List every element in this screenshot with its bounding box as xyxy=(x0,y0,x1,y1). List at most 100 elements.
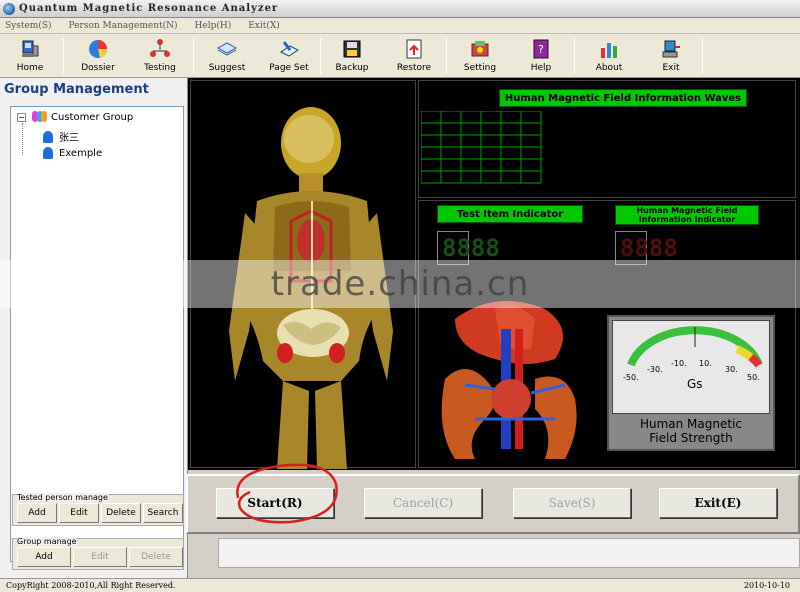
human-body-image xyxy=(229,107,393,469)
tested-delete-button[interactable]: Delete xyxy=(101,503,141,523)
tested-add-button[interactable]: Add xyxy=(17,503,57,523)
menu-exit[interactable]: Exit(X) xyxy=(248,21,280,31)
meter-face: -50. -30. -10. 10. 30. 50. Gs xyxy=(612,320,770,414)
meter-tick-label: 50. xyxy=(747,373,760,382)
toolbar-dossier-label: Dossier xyxy=(81,63,115,73)
tested-person-group: Tested person manage Add Edit Delete Sea… xyxy=(12,493,184,526)
toolbar-separator xyxy=(446,38,447,74)
analyzer-display: Human Magnetic Field Information Waves T… xyxy=(188,78,800,470)
pc-icon xyxy=(19,38,41,60)
exit-button[interactable]: Exit(E) xyxy=(659,488,777,518)
svg-text:?: ? xyxy=(538,43,544,56)
toolbar-dossier-button[interactable]: Dossier xyxy=(68,36,128,76)
organs-image xyxy=(441,301,577,459)
toolbar-help-button[interactable]: ? Help xyxy=(511,36,571,76)
bottom-area xyxy=(218,538,800,568)
toolbar-pageset-button[interactable]: Page Set xyxy=(259,36,319,76)
group-edit-button[interactable]: Edit xyxy=(73,547,127,567)
toolbar-testing-button[interactable]: Testing xyxy=(130,36,190,76)
copyright-text: CopyRight 2008-2010,All Right Reserved. xyxy=(6,581,176,590)
waves-pane: Human Magnetic Field Information Waves xyxy=(418,80,796,198)
title-bar: Quantum Magnetic Resonance Analyzer xyxy=(0,0,800,18)
indicators-pane: Test Item Indicator Human Magnetic Field… xyxy=(418,200,796,468)
tested-search-button[interactable]: Search xyxy=(143,503,183,523)
bar-chart-icon xyxy=(598,38,620,60)
tree-root-customer-group[interactable]: − Customer Group xyxy=(17,111,133,123)
toolbar-suggest-button[interactable]: Suggest xyxy=(197,36,257,76)
toolbar-backup-label: Backup xyxy=(335,63,369,73)
backup-disk-icon xyxy=(341,38,363,60)
tree-item-person[interactable]: Exemple xyxy=(43,147,102,159)
toolbar-testing-label: Testing xyxy=(144,63,176,73)
book-icon xyxy=(216,38,238,60)
group-manage-group: Group manage Add Edit Delete xyxy=(12,537,184,570)
tested-edit-button[interactable]: Edit xyxy=(59,503,99,523)
human-body-pane xyxy=(190,80,416,469)
start-button[interactable]: Start(R) xyxy=(216,488,334,518)
waves-title: Human Magnetic Field Information Waves xyxy=(499,89,747,107)
toolbar-exit-button[interactable]: Exit xyxy=(641,36,701,76)
window-title: Quantum Magnetic Resonance Analyzer xyxy=(19,3,279,14)
menu-bar: System(S) Person Management(N) Help(H) E… xyxy=(0,18,800,34)
control-bar: Start(R) Cancel(C) Save(S) Exit(E) xyxy=(186,474,800,534)
toolbar: Home Dossier Testing Suggest Page Set Ba… xyxy=(0,34,800,78)
page-setup-icon xyxy=(278,38,300,60)
toolbar-home-label: Home xyxy=(16,63,44,73)
test-item-led: 8888 xyxy=(437,231,500,265)
info-indicator-title: Human Magnetic Field Information Indicat… xyxy=(615,205,759,225)
led-digit: 8888 xyxy=(442,234,500,262)
meter-unit: Gs xyxy=(687,377,703,391)
meter-tick-label: -10. xyxy=(671,359,687,368)
toolbar-suggest-label: Suggest xyxy=(208,63,246,73)
tree-item-person[interactable]: 张三 xyxy=(43,129,79,144)
meter-tick-label: 30. xyxy=(725,365,738,374)
save-button[interactable]: Save(S) xyxy=(513,488,631,518)
group-delete-button[interactable]: Delete xyxy=(129,547,183,567)
cancel-button[interactable]: Cancel(C) xyxy=(364,488,482,518)
person-icon xyxy=(43,130,53,143)
meter-tick-label: -50. xyxy=(623,373,639,382)
toolbar-separator xyxy=(193,38,194,74)
menu-person-management[interactable]: Person Management(N) xyxy=(69,21,178,31)
tree-item-label: 张三 xyxy=(59,133,79,144)
toolbar-home-button[interactable]: Home xyxy=(0,36,60,76)
toolbar-separator xyxy=(320,38,321,74)
menu-system[interactable]: System(S) xyxy=(5,21,52,31)
sidebar-title: Group Management xyxy=(4,82,149,97)
meter-tick-label: 10. xyxy=(699,359,712,368)
help-book-icon: ? xyxy=(530,38,552,60)
tree-root-label: Customer Group xyxy=(51,111,134,123)
toolbar-help-label: Help xyxy=(530,63,552,73)
person-icon xyxy=(43,147,53,159)
group-manage-caption: Group manage xyxy=(17,537,77,546)
exit-computer-icon xyxy=(660,38,682,60)
status-bar: CopyRight 2008-2010,All Right Reserved. … xyxy=(0,578,800,592)
toolbar-restore-button[interactable]: Restore xyxy=(384,36,444,76)
collapse-icon[interactable]: − xyxy=(17,112,26,122)
toolbar-restore-label: Restore xyxy=(396,63,432,73)
tested-person-caption: Tested person manage xyxy=(17,493,108,502)
test-item-title: Test Item Indicator xyxy=(437,205,583,223)
toolbar-exit-label: Exit xyxy=(662,63,680,73)
tree-item-label: Exemple xyxy=(59,147,103,159)
pie-chart-icon xyxy=(87,38,109,60)
settings-icon xyxy=(469,38,491,60)
group-add-button[interactable]: Add xyxy=(17,547,71,567)
toolbar-separator xyxy=(702,38,703,74)
menu-help[interactable]: Help(H) xyxy=(195,21,232,31)
tree-connector xyxy=(22,123,23,155)
meter-caption-line2: Field Strength xyxy=(649,431,733,445)
meter-caption-line1: Human Magnetic xyxy=(639,417,743,431)
network-icon xyxy=(149,38,171,60)
toolbar-backup-button[interactable]: Backup xyxy=(322,36,382,76)
toolbar-about-button[interactable]: About xyxy=(579,36,639,76)
toolbar-pageset-label: Page Set xyxy=(269,63,309,73)
wave-grid xyxy=(421,111,542,184)
status-date: 2010-10-10 xyxy=(743,581,790,590)
sidebar-group-management: Group Management − Customer Group 张三 Exe… xyxy=(0,78,188,578)
info-indicator-led: 8888 xyxy=(615,231,678,265)
toolbar-setting-button[interactable]: Setting xyxy=(450,36,510,76)
toolbar-separator xyxy=(63,38,64,74)
meter-scale xyxy=(627,326,763,368)
meter-tick-label: -30. xyxy=(647,365,663,374)
